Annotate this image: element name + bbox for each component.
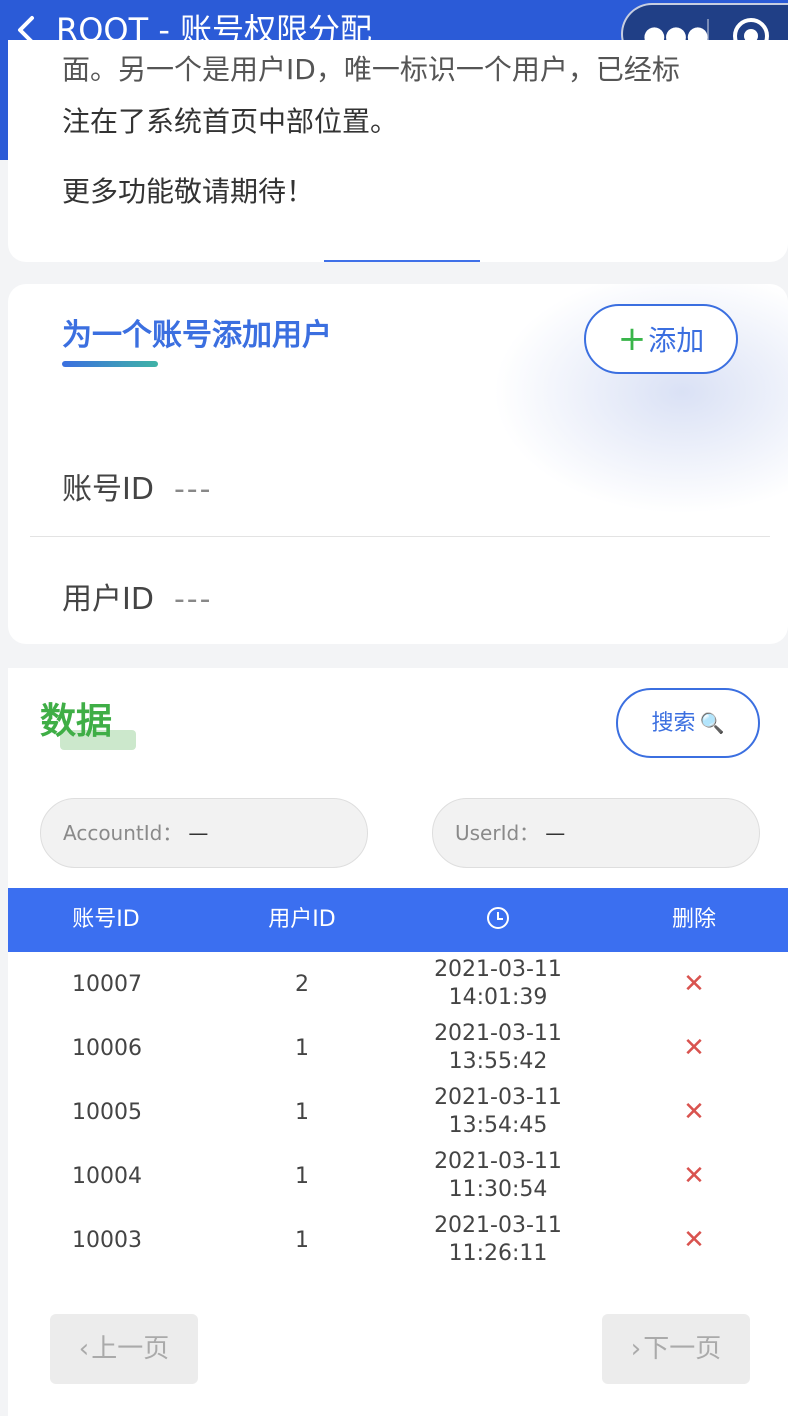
account-id-value: --- — [173, 472, 213, 507]
next-page-button[interactable]: ›下一页 — [602, 1314, 750, 1384]
intro-text-line: 注在了系统首页中部位置。 — [62, 105, 399, 138]
user-id-cell: 1 — [295, 1099, 309, 1125]
time-cell: 2021-03-11 11:26:11 — [400, 1208, 596, 1272]
column-header-delete: 删除 — [671, 907, 716, 932]
time-cell: 2021-03-11 11:30:54 — [400, 1144, 596, 1208]
add-button-label: 添加 — [648, 324, 705, 357]
delete-icon[interactable]: ✕ — [596, 1144, 788, 1208]
time-text: 11:30:54 — [448, 1177, 548, 1202]
add-button[interactable]: +添加 — [584, 304, 738, 374]
table-row: 10004 1 2021-03-11 11:30:54 ✕ — [8, 1144, 788, 1208]
account-id-cell: 10003 — [72, 1227, 142, 1253]
account-id-cell: 10005 — [72, 1099, 142, 1125]
data-section: 数据 搜索 🔍 AccountId： — UserId： — 账号ID 用户ID 删除… — [8, 668, 788, 1416]
user-id-cell: 1 — [295, 1163, 309, 1189]
time-cell: 2021-03-11 13:54:45 — [400, 1080, 596, 1144]
plus-icon: + — [617, 319, 647, 359]
account-id-label: 账号ID — [62, 472, 154, 507]
search-icon: 🔍 — [699, 711, 725, 735]
time-text: 11:26:11 — [448, 1241, 548, 1266]
date-text: 2021-03-11 — [434, 1149, 562, 1174]
user-id-value: --- — [173, 582, 213, 617]
account-id-filter[interactable]: AccountId： — — [40, 798, 368, 868]
account-id-cell: 10007 — [72, 971, 142, 997]
card-edge-decoration — [0, 68, 8, 160]
column-header-account: 账号ID — [72, 907, 140, 932]
user-id-field[interactable]: 用户ID --- — [62, 574, 212, 618]
user-filter-value: — — [545, 821, 566, 845]
data-title: 数据 — [40, 701, 113, 742]
intro-accent-line — [324, 260, 480, 262]
time-text: 14:01:39 — [448, 985, 548, 1010]
column-header-user: 用户ID — [268, 907, 336, 932]
delete-icon[interactable]: ✕ — [596, 1016, 788, 1080]
intro-text-line: 更多功能敬请期待！ — [62, 175, 315, 208]
time-cell: 2021-03-11 14:01:39 — [400, 952, 596, 1016]
time-cell: 2021-03-11 13:55:42 — [400, 1016, 596, 1080]
account-id-cell: 10004 — [72, 1163, 142, 1189]
date-text: 2021-03-11 — [434, 957, 562, 982]
account-id-cell: 10006 — [72, 1035, 142, 1061]
account-filter-label: AccountId： — [63, 821, 183, 845]
table-row: 10005 1 2021-03-11 13:54:45 ✕ — [8, 1080, 788, 1144]
title-underline — [62, 361, 158, 367]
search-button[interactable]: 搜索 🔍 — [616, 688, 760, 758]
delete-icon[interactable]: ✕ — [596, 952, 788, 1016]
field-divider — [30, 536, 770, 537]
table-row: 10003 1 2021-03-11 11:26:11 ✕ — [8, 1208, 788, 1272]
intro-card: 面。另一个是用户ID，唯一标识一个用户，已经标 注在了系统首页中部位置。 更多功… — [8, 40, 788, 262]
time-text: 13:55:42 — [448, 1049, 548, 1074]
user-id-cell: 1 — [295, 1035, 309, 1061]
next-page-label: 下一页 — [643, 1334, 722, 1364]
user-id-label: 用户ID — [62, 582, 154, 617]
date-text: 2021-03-11 — [434, 1021, 562, 1046]
column-header-time — [400, 888, 596, 952]
prev-page-button[interactable]: ‹上一页 — [50, 1314, 198, 1384]
chevron-right-icon: › — [630, 1334, 642, 1364]
add-user-card: 为一个账号添加用户 +添加 账号ID --- 用户ID --- — [8, 284, 788, 644]
add-user-title: 为一个账号添加用户 — [62, 318, 332, 353]
user-filter-label: UserId： — [455, 821, 540, 845]
table-header: 账号ID 用户ID 删除 — [8, 888, 788, 952]
account-id-field[interactable]: 账号ID --- — [62, 464, 212, 508]
user-id-cell: 1 — [295, 1227, 309, 1253]
delete-icon[interactable]: ✕ — [596, 1208, 788, 1272]
chevron-left-icon: ‹ — [78, 1334, 90, 1364]
table-row: 10006 1 2021-03-11 13:55:42 ✕ — [8, 1016, 788, 1080]
clock-icon — [487, 907, 509, 929]
table-row: 10007 2 2021-03-11 14:01:39 ✕ — [8, 952, 788, 1016]
date-text: 2021-03-11 — [434, 1213, 562, 1238]
user-id-filter[interactable]: UserId： — — [432, 798, 760, 868]
search-button-label: 搜索 — [651, 711, 696, 736]
delete-icon[interactable]: ✕ — [596, 1080, 788, 1144]
time-text: 13:54:45 — [448, 1113, 548, 1138]
user-id-cell: 2 — [295, 971, 309, 997]
date-text: 2021-03-11 — [434, 1085, 562, 1110]
prev-page-label: 上一页 — [91, 1334, 170, 1364]
intro-text-line: 面。另一个是用户ID，唯一标识一个用户，已经标 — [62, 53, 680, 86]
account-filter-value: — — [188, 821, 209, 845]
